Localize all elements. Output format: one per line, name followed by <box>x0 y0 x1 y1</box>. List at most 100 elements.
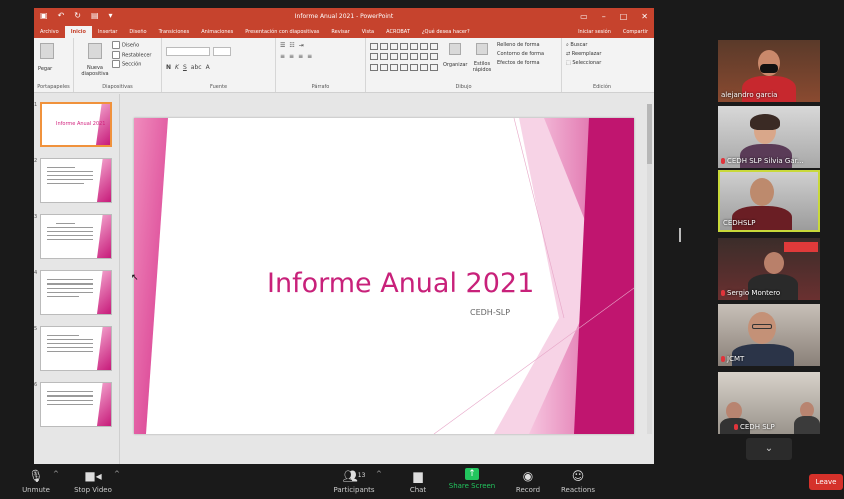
video-tile[interactable]: CEDH SLP Silvia Gar... <box>718 106 820 168</box>
save-icon[interactable]: ▣ <box>40 8 48 24</box>
slide-thumbnail-2[interactable] <box>40 158 112 203</box>
ribbon: Pegar Portapapeles Nueva diapositiva Dis… <box>34 38 654 93</box>
participants-options-caret[interactable]: ^ <box>376 470 382 478</box>
window-title: Informe Anual 2021 - PowerPoint <box>294 12 394 20</box>
tab-animaciones[interactable]: Animaciones <box>195 26 239 38</box>
video-tile[interactable]: CEDH SLP <box>718 372 820 434</box>
tab-archivo[interactable]: Archivo <box>34 26 65 38</box>
tab-diseno[interactable]: Diseño <box>123 26 152 38</box>
quick-styles-button[interactable]: Estilos rápidos <box>471 61 493 73</box>
participant-name: JCMT <box>721 355 744 363</box>
find-button[interactable]: Buscar <box>570 42 587 48</box>
tab-transiciones[interactable]: Transiciones <box>153 26 196 38</box>
align-right-icon[interactable]: ≡ <box>298 53 303 60</box>
tab-vista[interactable]: Vista <box>356 26 380 38</box>
arrange-button[interactable]: Organizar <box>443 61 467 70</box>
reactions-button[interactable]: ☺︎ Reactions <box>558 468 598 494</box>
audio-options-caret[interactable]: ^ <box>53 470 59 478</box>
replace-button[interactable]: Reemplazar <box>572 51 602 57</box>
font-color-icon[interactable]: A <box>206 64 210 71</box>
tab-inicio[interactable]: Inicio <box>64 26 92 38</box>
reset-button[interactable]: Restablecer <box>122 52 151 58</box>
align-left-icon[interactable]: ≡ <box>280 53 285 60</box>
new-slide-icon[interactable] <box>88 43 102 59</box>
strikethrough-icon[interactable]: abc <box>191 64 202 71</box>
record-button[interactable]: ◉ Record <box>512 468 544 494</box>
stop-video-button[interactable]: ■◂ Stop Video <box>70 468 116 494</box>
video-tile[interactable]: alejandro garcia <box>718 40 820 102</box>
align-center-icon[interactable]: ≡ <box>289 53 294 60</box>
minimize-icon[interactable]: – <box>602 12 606 21</box>
undo-icon[interactable]: ↶ <box>58 8 65 24</box>
group-diapositivas: Nueva diapositiva Diseño Restablecer Sec… <box>74 38 162 92</box>
slide-subtitle[interactable]: CEDH-SLP <box>470 308 510 317</box>
ppt-title-bar: ▣ ↶ ↻ ▤ ▾ Informe Anual 2021 - PowerPoin… <box>34 8 654 24</box>
slide-thumbnail-5[interactable] <box>40 326 112 371</box>
font-name-select[interactable] <box>166 47 210 56</box>
video-tile-active-speaker[interactable]: CEDHSLP <box>718 170 820 232</box>
close-icon[interactable]: ✕ <box>641 12 648 21</box>
italic-icon[interactable]: K <box>175 64 179 71</box>
section-icon <box>112 60 120 68</box>
ribbon-display-icon[interactable]: ▭ <box>580 12 588 21</box>
shapes-gallery[interactable] <box>370 43 439 73</box>
align-buttons: ≡ ≡ ≡ ≡ <box>280 53 361 60</box>
share-screen-button[interactable]: ↑ Share Screen <box>448 468 496 490</box>
slide-scrollbar[interactable] <box>647 104 652 434</box>
slide-thumbnail-3[interactable] <box>40 214 112 259</box>
indent-icon[interactable]: ⇥ <box>299 42 304 49</box>
unmute-button[interactable]: 🎙︎ Unmute <box>16 468 56 494</box>
paste-icon[interactable] <box>40 43 54 59</box>
sign-in-link[interactable]: Iniciar sesión <box>572 26 617 38</box>
tell-me-search[interactable]: ¿Qué desea hacer? <box>416 26 476 38</box>
share-screen-icon: ↑ <box>465 468 479 480</box>
justify-icon[interactable]: ≡ <box>307 53 312 60</box>
shape-effects-button[interactable]: Efectos de forma <box>497 59 544 68</box>
participant-name: CEDH SLP Silvia Gar... <box>721 157 804 165</box>
share-link[interactable]: Compartir <box>617 26 654 38</box>
participants-button[interactable]: 👥︎13 Participants <box>330 468 378 494</box>
shape-fill-button[interactable]: Relleno de forma <box>497 41 544 50</box>
bullets-icon[interactable]: ☰ <box>280 42 285 49</box>
split-view-handle[interactable] <box>679 228 681 242</box>
tab-acrobat[interactable]: ACROBAT <box>380 26 416 38</box>
smiley-icon: ☺︎ <box>571 469 585 483</box>
shape-outline-button[interactable]: Contorno de forma <box>497 50 544 59</box>
new-slide-button[interactable]: Nueva diapositiva <box>78 65 112 77</box>
slide-thumbnail-4[interactable] <box>40 270 112 315</box>
slide-thumbnail-1[interactable]: Informe Anual 2021 <box>40 102 112 147</box>
participant-face <box>764 252 784 274</box>
leave-button[interactable]: Leave <box>809 474 843 490</box>
tab-revisar[interactable]: Revisar <box>325 26 355 38</box>
maximize-icon[interactable]: □ <box>620 12 628 21</box>
main-slide[interactable]: Informe Anual 2021 CEDH-SLP <box>134 118 634 434</box>
section-button[interactable]: Sección <box>122 62 141 68</box>
select-button[interactable]: Seleccionar <box>572 60 601 66</box>
tab-presentacion[interactable]: Presentación con diapositivas <box>239 26 325 38</box>
numbering-icon[interactable]: ☷ <box>289 42 294 49</box>
underline-icon[interactable]: S <box>183 64 187 71</box>
quick-styles-icon[interactable] <box>476 43 488 55</box>
chat-button[interactable]: ▆ Chat <box>404 468 432 494</box>
slide-thumbnail-6[interactable] <box>40 382 112 427</box>
redo-icon[interactable]: ↻ <box>74 8 81 24</box>
layout-button[interactable]: Diseño <box>122 43 139 49</box>
participant-name: CEDHSLP <box>723 219 756 227</box>
participant-name: alejandro garcia <box>721 91 778 99</box>
group-dibujo: Organizar Estilos rápidos Relleno de for… <box>366 38 562 92</box>
customize-toolbar-icon[interactable]: ▾ <box>109 8 113 24</box>
video-camera-icon: ■◂ <box>84 469 102 483</box>
chevron-down-icon[interactable]: ⌄ <box>746 438 792 460</box>
arrange-icon[interactable] <box>449 43 461 55</box>
paste-button[interactable]: Pegar <box>38 65 69 74</box>
video-options-caret[interactable]: ^ <box>114 470 120 478</box>
video-tile[interactable]: Sergio Montero <box>718 238 820 300</box>
muted-mic-icon <box>721 290 725 296</box>
slide-title[interactable]: Informe Anual 2021 <box>267 268 534 299</box>
font-size-select[interactable] <box>213 47 231 56</box>
video-tile[interactable]: JCMT <box>718 304 820 366</box>
bold-icon[interactable]: N <box>166 64 171 71</box>
list-buttons: ☰ ☷ ⇥ <box>280 42 361 49</box>
tab-insertar[interactable]: Insertar <box>92 26 123 38</box>
start-slideshow-icon[interactable]: ▤ <box>91 8 99 24</box>
